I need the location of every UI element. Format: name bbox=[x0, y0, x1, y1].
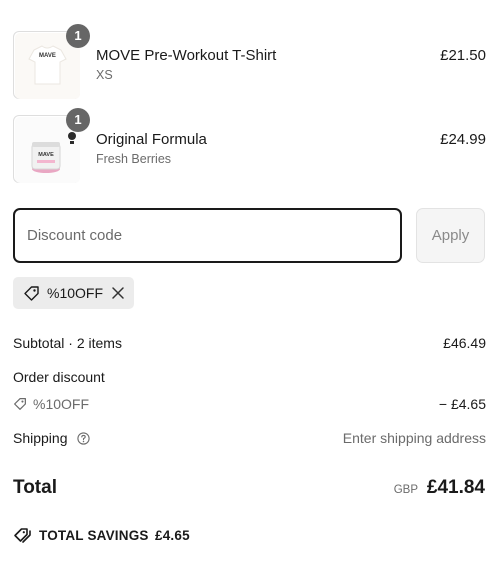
item-price: £21.50 bbox=[440, 47, 486, 64]
shipping-row: Shipping Enter shipping address bbox=[13, 430, 486, 446]
total-label: Total bbox=[13, 477, 57, 498]
shipping-value: Enter shipping address bbox=[342, 430, 486, 446]
applied-discount-chip: %10OFF bbox=[13, 277, 134, 309]
discount-code-input[interactable] bbox=[13, 208, 402, 263]
item-variant: XS bbox=[96, 68, 113, 82]
order-discount-code: %10OFF bbox=[33, 396, 90, 412]
total-amount: £41.84 bbox=[426, 477, 485, 498]
tshirt-logo-text: MAVE bbox=[39, 53, 56, 59]
line-item: MAVE 1 Original Formula Fresh Berries £2… bbox=[13, 108, 486, 183]
total-savings-label: TOTAL SAVINGS bbox=[39, 528, 149, 543]
order-discount-value: − £4.65 bbox=[438, 396, 486, 412]
item-title: Original Formula bbox=[96, 131, 207, 148]
shipping-label: Shipping bbox=[13, 430, 68, 446]
discount-code-label: %10OFF bbox=[47, 285, 104, 301]
help-icon[interactable] bbox=[77, 432, 90, 445]
total-savings-amount: £4.65 bbox=[155, 528, 190, 543]
quantity-badge: 1 bbox=[66, 108, 90, 132]
product-image: MAVE 1 bbox=[13, 24, 90, 99]
item-variant: Fresh Berries bbox=[96, 152, 172, 166]
remove-discount-icon[interactable] bbox=[111, 286, 125, 300]
total-currency: GBP bbox=[393, 484, 418, 496]
tag-icon bbox=[14, 398, 26, 410]
savings-tag-icon bbox=[14, 528, 31, 543]
apply-discount-button[interactable]: Apply bbox=[416, 208, 485, 263]
subtotal-label: Subtotal · 2 items bbox=[13, 335, 122, 351]
product-image: MAVE 1 bbox=[13, 108, 90, 183]
line-item: MAVE 1 MOVE Pre-Workout T-Shirt XS £21.5… bbox=[13, 24, 486, 99]
item-title: MOVE Pre-Workout T-Shirt bbox=[96, 47, 277, 64]
subtotal-row: Subtotal · 2 items £46.49 bbox=[13, 335, 486, 351]
item-price: £24.99 bbox=[440, 131, 486, 148]
tub-logo-text: MAVE bbox=[38, 152, 54, 158]
order-discount-row: Order discount bbox=[13, 369, 486, 385]
quantity-badge: 1 bbox=[66, 24, 90, 48]
order-discount-label: Order discount bbox=[13, 369, 105, 385]
tag-icon bbox=[24, 286, 39, 301]
subtotal-value: £46.49 bbox=[443, 335, 486, 351]
